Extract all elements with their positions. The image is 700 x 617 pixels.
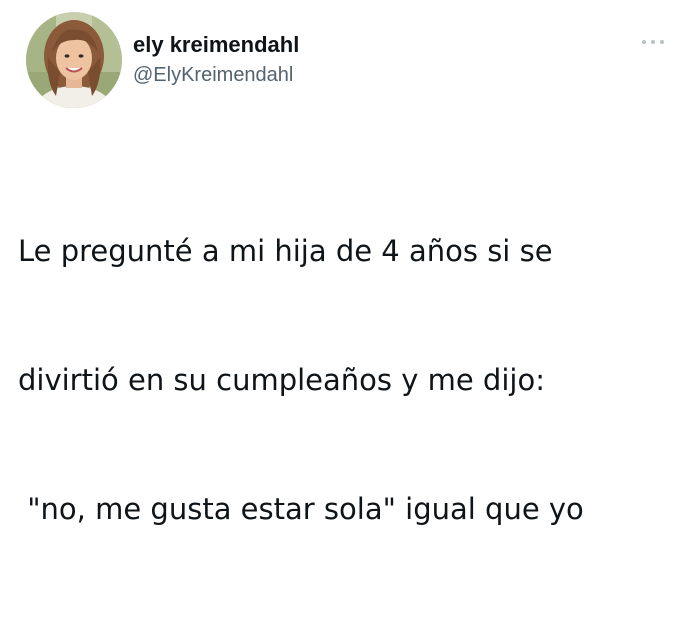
user-handle[interactable]: @ElyKreimendahl [133, 63, 299, 87]
tweet-text-line: Le pregunté a mi hija de 4 años si se [18, 234, 553, 268]
more-options-icon[interactable] [642, 34, 664, 50]
tweet-text-line: "no, me gusta estar sola" igual que yo [18, 492, 584, 526]
dot-icon [660, 40, 664, 44]
author-info[interactable]: ely kreimendahl @ElyKreimendahl [133, 32, 299, 87]
dot-icon [651, 40, 655, 44]
dot-icon [642, 40, 646, 44]
tweet-text: Le pregunté a mi hija de 4 años si se di… [18, 144, 688, 617]
tweet-text-line: divirtió en su cumpleaños y me dijo: [18, 363, 545, 397]
avatar[interactable] [26, 12, 122, 108]
tweet-card: ely kreimendahl @ElyKreimendahl Le pregu… [0, 0, 700, 526]
display-name[interactable]: ely kreimendahl [133, 32, 299, 58]
profile-photo-icon [26, 12, 122, 108]
